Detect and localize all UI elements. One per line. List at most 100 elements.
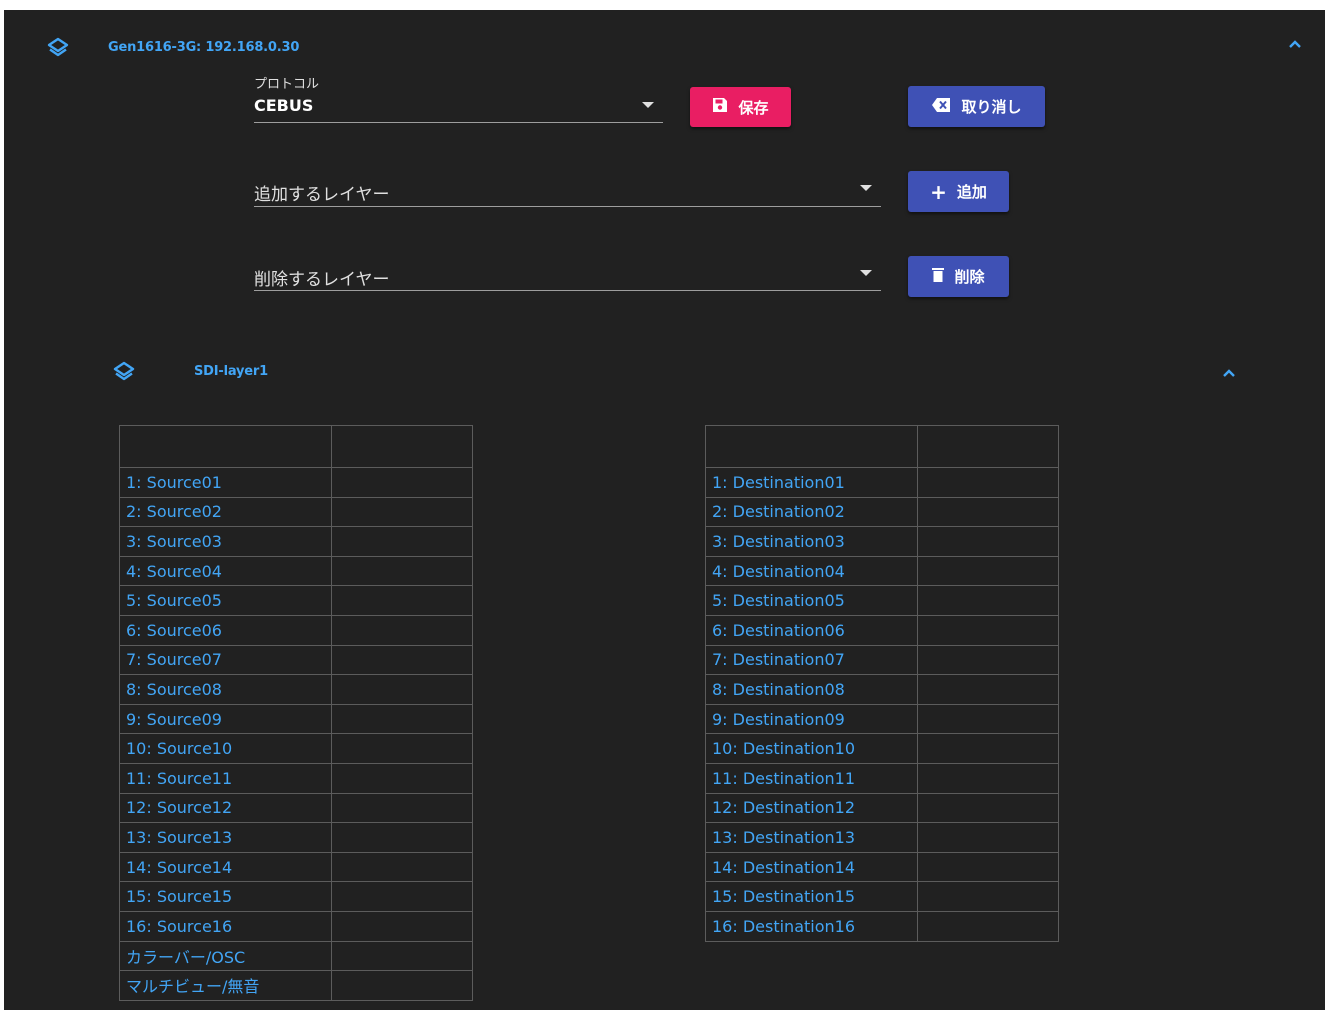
destination-row-label[interactable]: 6: Destination06 bbox=[705, 614, 918, 646]
source-row-cell[interactable] bbox=[331, 526, 473, 557]
source-row-label[interactable]: 1: Source01 bbox=[119, 467, 332, 498]
delete-button[interactable]: 削除 bbox=[908, 256, 1009, 297]
source-row-label[interactable]: 16: Source16 bbox=[119, 910, 332, 942]
destination-row-cell[interactable] bbox=[917, 851, 1059, 883]
destination-row-cell[interactable] bbox=[917, 585, 1059, 616]
source-row-cell[interactable] bbox=[331, 555, 473, 587]
dropdown-arrow-icon[interactable] bbox=[860, 270, 872, 276]
source-row-cell[interactable] bbox=[331, 644, 473, 676]
destination-row-label[interactable]: 3: Destination03 bbox=[705, 526, 918, 557]
source-row[interactable]: 1: Source01 bbox=[119, 467, 473, 498]
destination-row[interactable]: 3: Destination03 bbox=[705, 526, 1059, 557]
source-row[interactable]: 2: Source02 bbox=[119, 496, 473, 528]
destination-row-label[interactable]: 11: Destination11 bbox=[705, 762, 918, 794]
destination-row[interactable]: 9: Destination09 bbox=[705, 703, 1059, 735]
source-row-label[interactable]: 8: Source08 bbox=[119, 674, 332, 705]
add-layer-placeholder[interactable]: 追加するレイヤー bbox=[254, 180, 390, 205]
save-button[interactable]: 保存 bbox=[690, 87, 791, 127]
destination-row-label[interactable]: 7: Destination07 bbox=[705, 644, 918, 676]
destination-row-cell[interactable] bbox=[917, 555, 1059, 587]
source-row[interactable]: 5: Source05 bbox=[119, 585, 473, 616]
destination-row-cell[interactable] bbox=[917, 526, 1059, 557]
destination-row-label[interactable]: 15: Destination15 bbox=[705, 881, 918, 912]
source-row-cell[interactable] bbox=[331, 614, 473, 646]
destination-row[interactable]: 2: Destination02 bbox=[705, 496, 1059, 528]
destination-row[interactable]: 7: Destination07 bbox=[705, 644, 1059, 676]
destination-row[interactable]: 13: Destination13 bbox=[705, 822, 1059, 853]
destination-row[interactable]: 12: Destination12 bbox=[705, 792, 1059, 824]
source-row[interactable]: 15: Source15 bbox=[119, 881, 473, 912]
source-row-label[interactable]: 15: Source15 bbox=[119, 881, 332, 912]
source-row[interactable]: 16: Source16 bbox=[119, 910, 473, 942]
destination-row-cell[interactable] bbox=[917, 644, 1059, 676]
device-title[interactable]: Gen1616-3G: 192.168.0.30 bbox=[108, 40, 299, 55]
destination-row-cell[interactable] bbox=[917, 881, 1059, 912]
destination-row-label[interactable]: 5: Destination05 bbox=[705, 585, 918, 616]
destination-row[interactable]: 10: Destination10 bbox=[705, 733, 1059, 764]
source-row-label[interactable]: 13: Source13 bbox=[119, 822, 332, 853]
destination-row[interactable]: 6: Destination06 bbox=[705, 614, 1059, 646]
destination-row[interactable]: 5: Destination05 bbox=[705, 585, 1059, 616]
add-button[interactable]: + 追加 bbox=[908, 171, 1009, 212]
dropdown-arrow-icon[interactable] bbox=[642, 102, 654, 108]
destination-row-label[interactable]: 8: Destination08 bbox=[705, 674, 918, 705]
source-row-cell[interactable] bbox=[331, 467, 473, 498]
chevron-up-icon[interactable] bbox=[1222, 366, 1236, 384]
source-row[interactable]: 8: Source08 bbox=[119, 674, 473, 705]
destination-row[interactable]: 14: Destination14 bbox=[705, 851, 1059, 883]
source-row-cell[interactable] bbox=[331, 733, 473, 764]
source-row[interactable]: 4: Source04 bbox=[119, 555, 473, 587]
destination-row-label[interactable]: 9: Destination09 bbox=[705, 703, 918, 735]
source-row-cell[interactable] bbox=[331, 822, 473, 853]
cancel-button[interactable]: 取り消し bbox=[908, 86, 1045, 127]
source-row-cell[interactable] bbox=[331, 881, 473, 912]
destination-row-cell[interactable] bbox=[917, 822, 1059, 853]
destination-row-cell[interactable] bbox=[917, 674, 1059, 705]
source-row-label[interactable]: 14: Source14 bbox=[119, 851, 332, 883]
source-row-label[interactable]: 2: Source02 bbox=[119, 496, 332, 528]
source-row-cell[interactable] bbox=[331, 970, 473, 1001]
destination-row-cell[interactable] bbox=[917, 496, 1059, 528]
source-row-label[interactable]: 9: Source09 bbox=[119, 703, 332, 735]
source-row[interactable]: 6: Source06 bbox=[119, 614, 473, 646]
destination-row-cell[interactable] bbox=[917, 762, 1059, 794]
source-row[interactable]: カラーバー/OSC bbox=[119, 940, 473, 972]
destination-row-cell[interactable] bbox=[917, 910, 1059, 942]
source-row-cell[interactable] bbox=[331, 703, 473, 735]
destination-row[interactable]: 15: Destination15 bbox=[705, 881, 1059, 912]
source-row-cell[interactable] bbox=[331, 851, 473, 883]
dropdown-arrow-icon[interactable] bbox=[860, 185, 872, 191]
source-row-cell[interactable] bbox=[331, 792, 473, 824]
source-row[interactable]: 12: Source12 bbox=[119, 792, 473, 824]
chevron-up-icon[interactable] bbox=[1288, 37, 1302, 55]
source-row-cell[interactable] bbox=[331, 496, 473, 528]
destination-row-label[interactable]: 2: Destination02 bbox=[705, 496, 918, 528]
destination-row[interactable]: 1: Destination01 bbox=[705, 467, 1059, 498]
source-row[interactable]: 9: Source09 bbox=[119, 703, 473, 735]
source-row-cell[interactable] bbox=[331, 674, 473, 705]
destination-row[interactable]: 16: Destination16 bbox=[705, 910, 1059, 942]
source-row-label[interactable]: カラーバー/OSC bbox=[119, 940, 332, 972]
destination-row-label[interactable]: 1: Destination01 bbox=[705, 467, 918, 498]
source-row-label[interactable]: 10: Source10 bbox=[119, 733, 332, 764]
destination-row-cell[interactable] bbox=[917, 614, 1059, 646]
source-row-label[interactable]: 4: Source04 bbox=[119, 555, 332, 587]
source-row-label[interactable]: 6: Source06 bbox=[119, 614, 332, 646]
source-row-cell[interactable] bbox=[331, 585, 473, 616]
layer-title[interactable]: SDI-layer1 bbox=[194, 364, 268, 379]
source-row[interactable]: 3: Source03 bbox=[119, 526, 473, 557]
source-row[interactable]: 14: Source14 bbox=[119, 851, 473, 883]
destination-row[interactable]: 8: Destination08 bbox=[705, 674, 1059, 705]
source-row-label[interactable]: 12: Source12 bbox=[119, 792, 332, 824]
destination-row-label[interactable]: 12: Destination12 bbox=[705, 792, 918, 824]
protocol-value[interactable]: CEBUS bbox=[254, 96, 313, 115]
source-row[interactable]: マルチビュー/無音 bbox=[119, 970, 473, 1001]
destination-row[interactable]: 4: Destination04 bbox=[705, 555, 1059, 587]
source-row[interactable]: 13: Source13 bbox=[119, 822, 473, 853]
delete-layer-placeholder[interactable]: 削除するレイヤー bbox=[254, 265, 390, 290]
destination-row-label[interactable]: 4: Destination04 bbox=[705, 555, 918, 587]
destination-row-cell[interactable] bbox=[917, 733, 1059, 764]
destination-row-cell[interactable] bbox=[917, 703, 1059, 735]
source-row[interactable]: 10: Source10 bbox=[119, 733, 473, 764]
source-row-cell[interactable] bbox=[331, 940, 473, 972]
